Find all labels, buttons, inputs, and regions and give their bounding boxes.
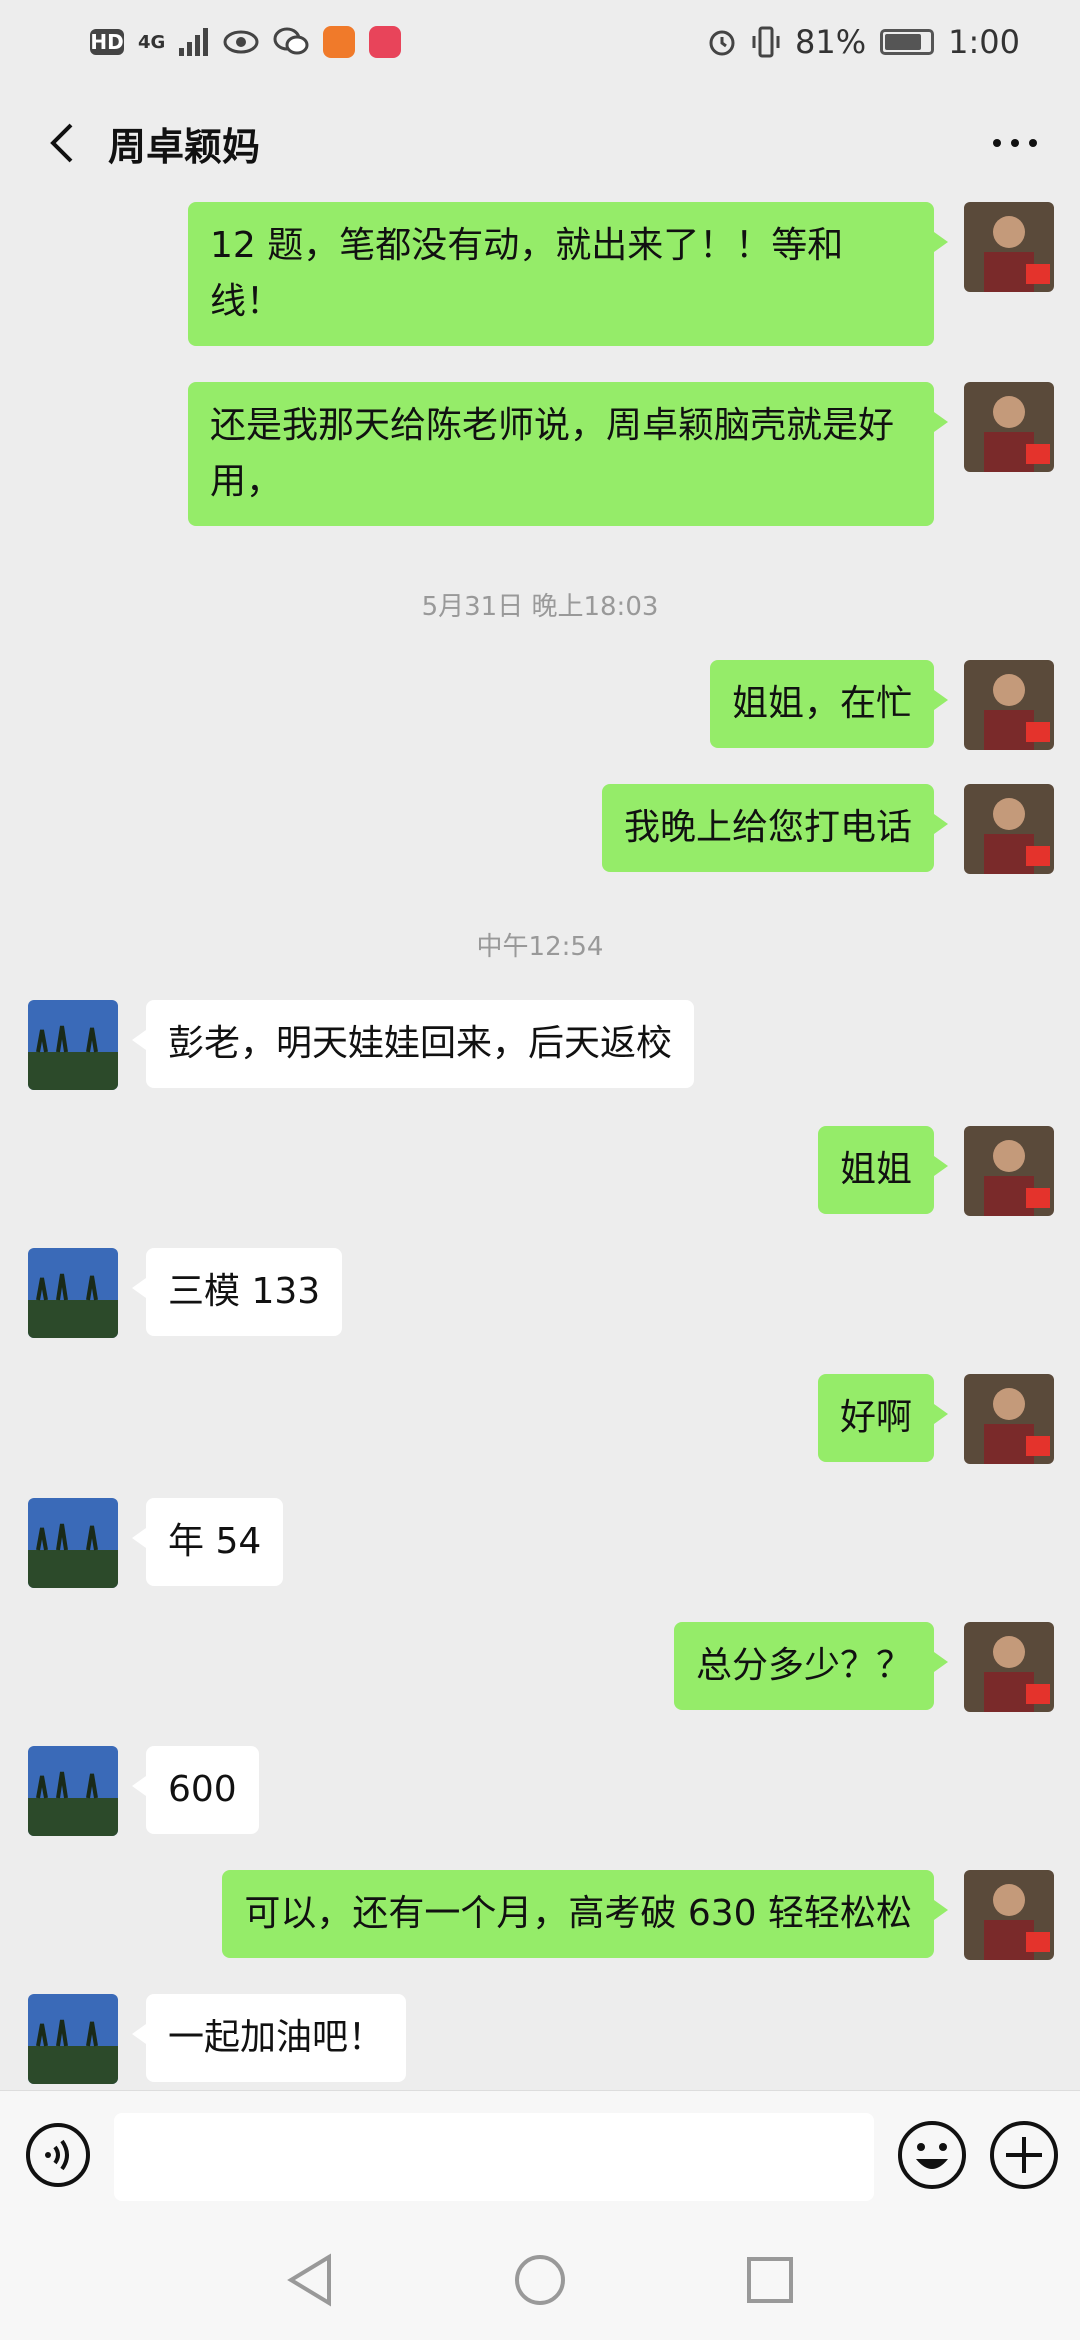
message-row: 一起加油吧！ (0, 1994, 1080, 2090)
battery-percent: 81% (795, 23, 867, 61)
vibrate-icon (752, 26, 780, 58)
alarm-icon (709, 30, 735, 56)
nav-home-button[interactable] (510, 2250, 570, 2310)
uc-browser-icon (323, 26, 356, 58)
plus-icon (990, 2121, 1058, 2189)
message-bubble[interactable]: 我晚上给您打电话 (601, 784, 949, 872)
message-bubble[interactable]: 还是我那天给陈老师说，周卓颖脑壳就是好用， (188, 382, 948, 526)
contact-avatar[interactable] (28, 1000, 118, 1090)
emoji-button[interactable] (896, 2119, 968, 2191)
voice-button[interactable] (24, 2121, 92, 2189)
contact-avatar[interactable] (28, 1994, 118, 2084)
signal-icon (179, 28, 209, 56)
contact-avatar[interactable] (28, 1248, 118, 1338)
my-avatar[interactable] (964, 660, 1054, 750)
battery-icon (880, 29, 935, 55)
eye-icon (223, 30, 259, 54)
clock: 1:00 (948, 23, 1020, 61)
chat-title: 周卓颖妈 (108, 124, 261, 169)
input-bar (0, 2090, 1080, 2221)
my-avatar[interactable] (964, 1870, 1054, 1960)
message-bubble[interactable]: 姐姐，在忙 (709, 660, 949, 748)
message-bubble[interactable]: 年 54 (131, 1498, 284, 1586)
status-bar: HD 4G 81% 1:00 (0, 0, 1080, 84)
network-label: 4G (138, 31, 166, 53)
my-avatar[interactable] (964, 1126, 1054, 1216)
message-bubble[interactable]: 好啊 (817, 1374, 949, 1462)
nav-back-button[interactable] (280, 2250, 340, 2310)
message-bubble[interactable]: 可以，还有一个月，高考破 630 轻轻松松 (222, 1870, 948, 1958)
nav-home-icon (515, 2255, 565, 2305)
wechat-icon (273, 27, 309, 55)
my-avatar[interactable] (964, 784, 1054, 874)
message-input[interactable] (114, 2113, 874, 2201)
nav-recent-button[interactable] (740, 2250, 800, 2310)
message-bubble[interactable]: 姐姐 (817, 1126, 949, 1214)
message-bubble[interactable]: 总分多少？？ (673, 1622, 949, 1710)
timestamp: 5月31日 晚上18:03 (421, 592, 659, 622)
hd-icon: HD (90, 29, 124, 55)
chevron-left-icon (50, 123, 73, 163)
message-bubble[interactable]: 一起加油吧！ (131, 1994, 407, 2082)
my-avatar[interactable] (964, 1622, 1054, 1712)
status-bar-left: HD 4G (90, 26, 402, 58)
nav-back-icon (287, 2253, 331, 2307)
nav-recent-icon (747, 2257, 793, 2303)
message-bubble[interactable]: 600 (132, 1746, 259, 1834)
message-bubble[interactable]: 12 题，笔都没有动，就出来了！！等和线！ (188, 202, 948, 346)
system-nav-bar (0, 2220, 1080, 2340)
emoji-icon (898, 2121, 966, 2189)
back-button[interactable] (30, 111, 94, 175)
more-button[interactable] (980, 111, 1050, 175)
my-avatar[interactable] (964, 382, 1054, 472)
timestamp: 中午12:54 (476, 932, 604, 962)
contact-avatar[interactable] (28, 1746, 118, 1836)
message-bubble[interactable]: 三模 133 (131, 1248, 343, 1336)
more-dots-icon (993, 139, 1037, 147)
message-list[interactable]: 12 题，笔都没有动，就出来了！！等和线！ 还是我那天给陈老师说，周卓颖脑壳就是… (0, 202, 1080, 2090)
message-bubble[interactable]: 彭老，明天娃娃回来，后天返校 (131, 1000, 695, 1088)
app-notification-icon (369, 26, 402, 58)
contact-avatar[interactable] (28, 1498, 118, 1588)
status-bar-right: 81% 1:00 (707, 23, 1020, 61)
my-avatar[interactable] (964, 1374, 1054, 1464)
voice-icon (26, 2123, 90, 2187)
my-avatar[interactable] (964, 202, 1054, 292)
plus-button[interactable] (988, 2119, 1060, 2191)
chat-header: 周卓颖妈 (0, 84, 1080, 202)
